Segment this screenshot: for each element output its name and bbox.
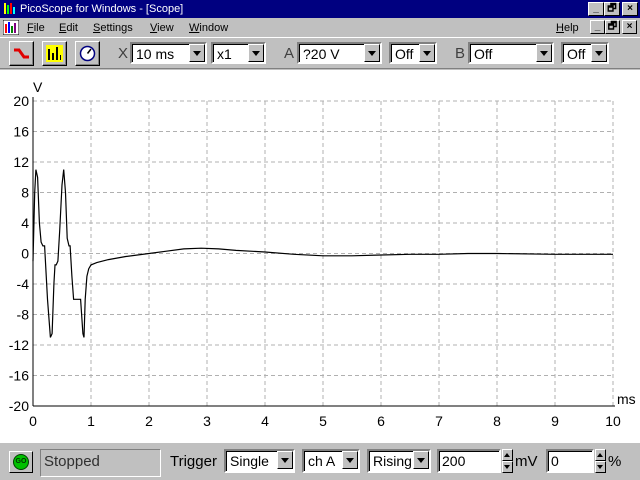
status-text: Stopped [44,453,100,470]
spin-up-icon[interactable] [595,449,606,461]
status-bar: GO Stopped Trigger Single ch A Rising 20… [0,442,640,480]
y-tick-label: 16 [13,124,29,140]
y-tick-label: -12 [9,337,29,353]
chevron-down-icon[interactable] [248,44,264,62]
timebase-select[interactable]: 10 ms [130,42,207,64]
y-tick-label: 8 [21,185,29,201]
pre-trigger-unit: % [608,453,622,470]
chevron-down-icon[interactable] [419,44,435,62]
doc-restore-button[interactable]: 🗗 [605,20,620,34]
chevron-down-icon[interactable] [189,44,205,62]
trigger-channel-select[interactable]: ch A [302,449,360,473]
channel-b-coupling-select[interactable]: Off [561,42,609,64]
x-tick-label: 7 [435,413,443,429]
y-tick-label: 0 [21,246,29,262]
x-tick-label: 2 [145,413,153,429]
y-tick-label: 20 [13,93,29,109]
y-tick-label: -16 [9,368,29,384]
x-tick-label: 6 [377,413,385,429]
chevron-down-icon[interactable] [413,451,429,469]
toolbar: X 10 ms x1 A ?20 V Off B Off Off [0,37,640,69]
picoscope-app-icon[interactable] [3,2,15,15]
x-axis-label: X [118,45,129,62]
multiplier-select[interactable]: x1 [211,42,266,64]
channel-a-label: A [284,45,295,62]
status-panel: Stopped [40,449,161,477]
doc-close-button[interactable]: × [622,20,637,34]
chevron-down-icon[interactable] [277,451,293,469]
scope-view-button[interactable] [9,41,34,66]
spectrum-view-button[interactable] [42,41,67,66]
x-tick-label: 10 [605,413,621,429]
meter-icon [79,45,96,62]
window-title: PicoScope for Windows - [Scope] [20,3,184,15]
spin-up-icon[interactable] [502,449,513,461]
x-tick-label: 4 [261,413,269,429]
scope-chart: 0 1 2 3 4 5 6 7 8 9 10201612840-4-8-12-16-20 V ms [9,79,636,429]
menu-view[interactable]: View [150,21,174,35]
scope-display[interactable]: 0 1 2 3 4 5 6 7 8 9 10 20 16 12 8 4 0 -4 -8 -12 -16 -20 V ms [0,70,640,442]
spectrum-icon [46,45,63,62]
x-axis-unit-label: ms [617,391,636,407]
y-axis-unit-label: V [33,79,43,95]
channel-b-range-select[interactable]: Off [468,42,554,64]
channel-a-range-select[interactable]: ?20 V [297,42,382,64]
y-tick-label: 12 [13,154,29,170]
chevron-down-icon[interactable] [364,44,380,62]
menu-edit[interactable]: Edit [59,21,78,35]
pre-trigger-spinner[interactable] [595,449,606,473]
spin-down-icon[interactable] [502,461,513,473]
menu-settings[interactable]: Settings [93,21,133,35]
y-tick-label: -4 [17,276,30,292]
pre-trigger-input[interactable]: 0 [546,449,594,473]
spin-down-icon[interactable] [595,461,606,473]
go-button[interactable]: GO [9,451,33,473]
x-tick-label: 5 [319,413,327,429]
app-restore-button[interactable]: 🗗 [604,2,620,16]
document-icon[interactable] [3,20,19,35]
chevron-down-icon[interactable] [536,44,552,62]
scope-icon [14,48,29,59]
x-tick-label: 9 [551,413,559,429]
meter-view-button[interactable] [75,41,100,66]
trigger-level-spinner[interactable] [502,449,513,473]
trigger-level-input[interactable]: 200 [437,449,501,473]
go-lamp-icon: GO [13,454,29,470]
trigger-edge-select[interactable]: Rising [367,449,431,473]
channel-a-coupling-select[interactable]: Off [389,42,437,64]
menu-bar: File Edit Settings View Window Help _ 🗗 … [0,18,640,37]
trigger-mode-select[interactable]: Single [224,449,295,473]
app-minimize-button[interactable]: _ [588,2,604,16]
x-tick-label: 1 [87,413,95,429]
app-close-button[interactable]: × [622,2,638,16]
chevron-down-icon[interactable] [342,451,358,469]
trigger-level-unit: mV [515,453,538,470]
y-tick-label: -8 [17,307,30,323]
y-tick-label: 4 [21,215,29,231]
chevron-down-icon[interactable] [591,44,607,62]
trigger-label: Trigger [170,453,217,470]
y-tick-label: -20 [9,398,29,414]
title-bar: PicoScope for Windows - [Scope] _ 🗗 × [0,0,640,18]
x-tick-label: 8 [493,413,501,429]
menu-file[interactable]: File [27,21,45,35]
doc-minimize-button[interactable]: _ [590,20,605,34]
x-tick-label: 3 [203,413,211,429]
channel-b-label: B [455,45,466,62]
x-tick-label: 0 [29,413,37,429]
menu-window[interactable]: Window [189,21,228,35]
menu-help[interactable]: Help [556,21,579,35]
